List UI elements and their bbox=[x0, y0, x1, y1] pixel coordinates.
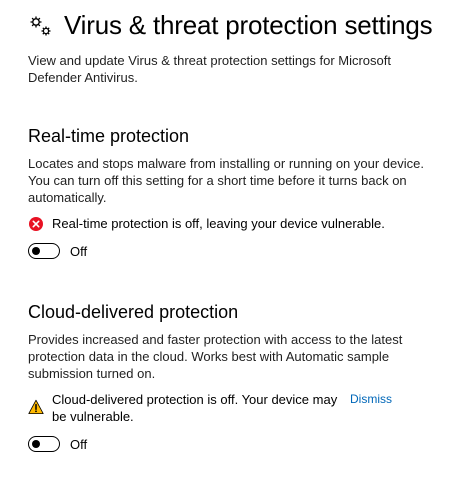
toggle-knob bbox=[32, 246, 40, 255]
realtime-section-description: Locates and stops malware from installin… bbox=[28, 156, 424, 205]
error-x-icon bbox=[29, 217, 43, 231]
toggle-knob bbox=[32, 439, 40, 448]
page-subtitle: View and update Virus & threat protectio… bbox=[28, 53, 391, 85]
realtime-protection-toggle[interactable] bbox=[28, 243, 60, 259]
cloud-section-title: Cloud-delivered protection bbox=[28, 302, 239, 322]
page-header: Virus & threat protection settings bbox=[28, 10, 433, 41]
page-title: Virus & threat protection settings bbox=[64, 10, 433, 40]
realtime-toggle-label: Off bbox=[70, 243, 88, 259]
cloud-toggle-row: Off bbox=[28, 436, 448, 452]
cloud-protection-section: Cloud-delivered protection Provides incr… bbox=[28, 302, 448, 452]
gears-icon bbox=[30, 16, 51, 35]
realtime-section-title: Real-time protection bbox=[28, 126, 190, 146]
warning-triangle-icon bbox=[28, 399, 44, 414]
cloud-alert: Cloud-delivered protection is off. Your … bbox=[28, 391, 448, 425]
cloud-toggle-label: Off bbox=[70, 436, 88, 452]
realtime-alert-text: Real-time protection is off, leaving you… bbox=[52, 216, 385, 231]
realtime-alert: Real-time protection is off, leaving you… bbox=[28, 215, 448, 232]
dismiss-link[interactable]: Dismiss bbox=[350, 391, 392, 408]
realtime-toggle-row: Off bbox=[28, 243, 448, 259]
cloud-alert-text: Cloud-delivered protection is off. Your … bbox=[52, 392, 338, 424]
realtime-protection-section: Real-time protection Locates and stops m… bbox=[28, 126, 448, 259]
cloud-section-description: Provides increased and faster protection… bbox=[28, 332, 403, 381]
cloud-protection-toggle[interactable] bbox=[28, 436, 60, 452]
settings-page: Virus & threat protection settings View … bbox=[0, 0, 474, 486]
